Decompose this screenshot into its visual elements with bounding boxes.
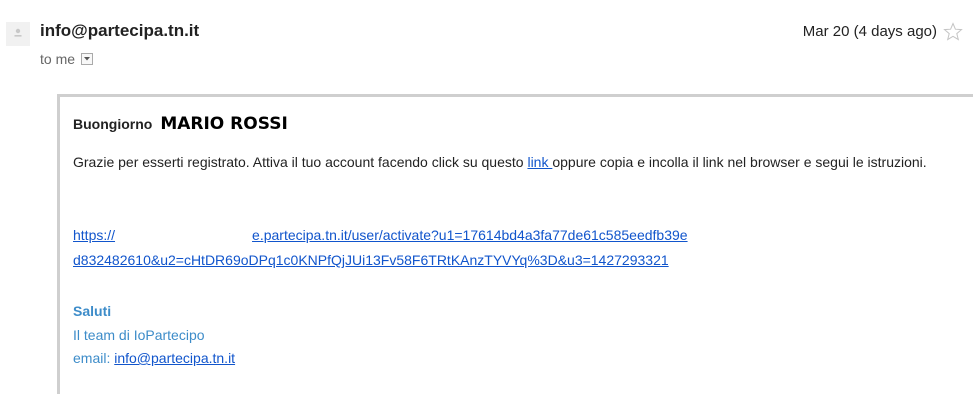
signature-email: email: info@partecipa.tn.it (73, 348, 235, 368)
paragraph-before-link: Grazie per esserti registrato. Attiva il… (73, 154, 528, 170)
activation-link[interactable]: link (527, 154, 552, 170)
activation-url-end[interactable]: e.partecipa.tn.it/user/activate?u1=17614… (252, 227, 688, 243)
details-dropdown-button[interactable] (81, 53, 94, 65)
paragraph-after-link: oppure copia e incolla il link nel brows… (552, 154, 927, 170)
greeting: Buongiorno MARIO ROSSI (73, 114, 288, 134)
recipient-label: to me (40, 51, 76, 67)
person-icon (14, 28, 22, 37)
avatar (6, 22, 30, 46)
instructions-paragraph: Grazie per esserti registrato. Attiva il… (73, 150, 973, 174)
activation-url-start[interactable]: https:// (73, 227, 115, 243)
signature-title: Saluti (73, 303, 112, 319)
star-button[interactable] (943, 22, 963, 42)
message-date: Mar 20 (4 days ago) (802, 23, 937, 40)
message-body: Buongiorno MARIO ROSSI Grazie per essert… (57, 94, 973, 394)
recipient-line: to me (40, 51, 94, 67)
star-icon (943, 22, 963, 41)
signature-team: Il team di IoPartecipo (73, 327, 205, 343)
greeting-word: Buongiorno (73, 116, 153, 132)
activation-url-line-1[interactable]: https:// e.partecipa.tn.it/user/activate?… (73, 225, 688, 245)
signature-email-link[interactable]: info@partecipa.tn.it (114, 350, 235, 366)
signature-email-label: email: (73, 350, 115, 366)
chevron-down-icon (84, 57, 91, 61)
sender-address[interactable]: info@partecipa.tn.it (40, 21, 199, 41)
activation-url-line-2[interactable]: d832482610&u2=cHtDR69oDPq1c0KNPfQjJUi13F… (73, 250, 669, 270)
recipient-name: MARIO ROSSI (160, 114, 288, 134)
